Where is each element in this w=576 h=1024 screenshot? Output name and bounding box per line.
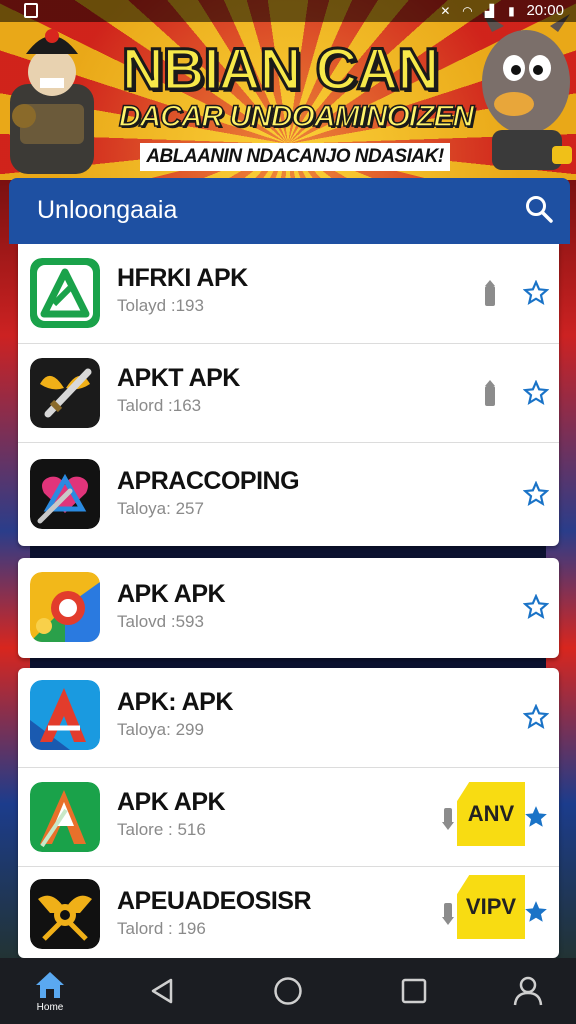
search-icon[interactable] [524, 194, 554, 224]
app-row[interactable]: APKT APK Talord :163 [18, 343, 559, 442]
star-outline-icon[interactable] [523, 704, 549, 730]
nav-home-circle[interactable] [266, 958, 310, 1024]
nav-profile[interactable] [506, 958, 550, 1024]
star-outline-icon[interactable] [523, 380, 549, 406]
home-icon [36, 971, 64, 998]
bottom-nav-bar: Home [0, 958, 576, 1024]
home-circle-icon [274, 977, 302, 1005]
back-icon [151, 978, 173, 1004]
status-bar: ✕ ◠ ▟ ▮ 20:00 [0, 0, 576, 22]
app-meta: Taloya: 299 [117, 720, 204, 739]
download-icon[interactable] [441, 806, 455, 834]
app-name: HFRKI APK [117, 264, 248, 292]
promo-badge[interactable]: ANV [457, 782, 525, 846]
warrior-mascot-image [10, 29, 94, 174]
star-outline-icon[interactable] [523, 280, 549, 306]
banner-tagline: ABLAANIN NDACANJO NDASIAK! [140, 143, 450, 171]
heart-tool-icon [30, 459, 100, 529]
nav-home[interactable]: Home [22, 958, 78, 1024]
green-a-icon [30, 782, 100, 852]
app-name: APK APK [117, 580, 226, 608]
app-meta: Talovd :593 [117, 612, 204, 631]
battery-icon: ▮ [508, 3, 515, 18]
app-row[interactable]: HFRKI APK Tolayd :193 [18, 244, 559, 343]
signal-icon: ▟ [484, 3, 495, 18]
notification-icon [24, 3, 38, 18]
promo-banner[interactable]: NBIAN CAN DACAR UNDOAMINOIZEN ABLAANIN N… [0, 0, 576, 180]
app-list-card: APK: APK Taloya: 299 APK APK Talore : 51… [18, 668, 559, 958]
app-row[interactable]: APK APK Talore : 516 ANV [18, 767, 559, 866]
app-row[interactable]: APEUADEOSISR Talord : 196 VIPV [18, 866, 559, 958]
bull-mascot-image [482, 12, 572, 170]
profile-icon [513, 976, 543, 1006]
app-name: APK: APK [117, 688, 233, 716]
status-time: 20:00 [526, 2, 564, 19]
banner-title: NBIAN CAN [120, 36, 440, 104]
star-filled-icon[interactable] [523, 899, 549, 925]
star-outline-icon[interactable] [523, 594, 549, 620]
app-name: APEUADEOSISR [117, 887, 312, 915]
sword-icon [30, 358, 100, 428]
gold-emblem-icon [30, 879, 100, 949]
list-header: Unloongaaia [9, 178, 570, 244]
nav-recents[interactable] [392, 958, 436, 1024]
download-icon[interactable] [483, 380, 497, 408]
app-meta: Talord : 196 [117, 919, 206, 938]
red-a-icon [30, 680, 100, 750]
app-row[interactable]: APK APK Talovd :593 [18, 558, 559, 658]
nav-back[interactable] [140, 958, 184, 1024]
app-list-card: HFRKI APK Tolayd :193 APKT APK Talord :1… [18, 244, 559, 546]
app-name: APRACCOPING [117, 467, 300, 495]
app-row[interactable]: APRACCOPING Taloya: 257 [18, 442, 559, 546]
app-name: APKT APK [117, 364, 240, 392]
chrome-like-icon [30, 572, 100, 642]
mute-icon: ✕ [440, 3, 451, 18]
app-meta: Tolayd :193 [117, 296, 204, 315]
app-meta: Talord :163 [117, 396, 202, 415]
list-title: Unloongaaia [37, 196, 178, 224]
app-meta: Taloya: 257 [117, 499, 204, 518]
banner-subtitle: DACAR UNDOAMINOIZEN [118, 99, 475, 134]
nav-home-label: Home [36, 1001, 64, 1013]
recents-icon [401, 978, 427, 1004]
promo-badge[interactable]: VIPV [457, 875, 525, 939]
app-list-card: APK APK Talovd :593 [18, 558, 559, 658]
app-name: APK APK [117, 788, 226, 816]
app-meta: Talore : 516 [117, 820, 206, 839]
download-icon[interactable] [441, 901, 455, 929]
green-triangle-icon [30, 258, 100, 328]
star-filled-icon[interactable] [523, 804, 549, 830]
star-outline-icon[interactable] [523, 481, 549, 507]
download-icon[interactable] [483, 280, 497, 308]
wifi-icon: ◠ [462, 3, 473, 18]
app-row[interactable]: APK: APK Taloya: 299 [18, 668, 559, 767]
